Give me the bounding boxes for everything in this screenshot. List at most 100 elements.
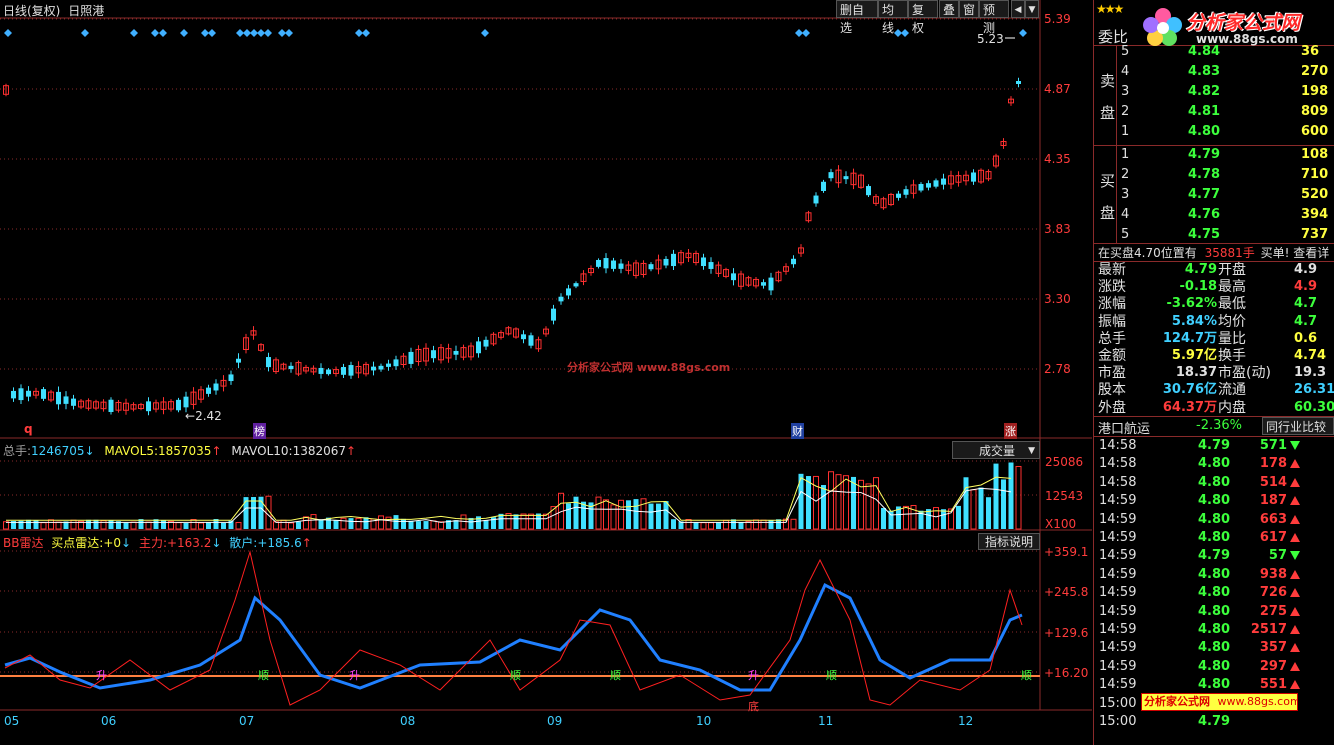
level-price: 4.77	[1188, 187, 1221, 202]
candle-down	[348, 365, 354, 376]
event-marker-q[interactable]: q	[24, 422, 33, 436]
quote-label: 振幅	[1098, 313, 1126, 330]
candle-down	[228, 374, 234, 382]
level-volume: 737	[1301, 227, 1329, 242]
site-banner[interactable]: 分析家公式网 www.88gs.com	[1141, 693, 1298, 711]
candle-down	[483, 339, 489, 347]
buy-level-row[interactable]: 2 4.78 710	[1094, 165, 1334, 185]
price-axis-label: 4.87	[1044, 82, 1071, 96]
quote-row: 振幅 5.84% 均价 4.7	[1094, 313, 1334, 331]
buy-level-row[interactable]: 1 4.79 108	[1094, 145, 1334, 165]
candle-down	[603, 258, 609, 269]
quote-label: 内盘	[1218, 399, 1246, 416]
candle-down	[866, 186, 871, 196]
price-axis-label: 3.30	[1044, 292, 1071, 306]
chart-area[interactable]: 日线(复权) 日照港 删自选 均线 复权 叠 窗 预测 ◀ ▼ 5.39 4.8…	[0, 0, 1092, 745]
x-axis-label: 08	[400, 714, 416, 728]
buy-level-row[interactable]: 4 4.76 394	[1094, 205, 1334, 225]
tick-price: 4.80	[1198, 603, 1231, 619]
volume-axis-label: 25086	[1045, 455, 1084, 469]
candle-down	[26, 390, 31, 397]
candle-down	[236, 358, 241, 363]
candle-down	[56, 391, 61, 405]
candle-down	[843, 176, 849, 180]
signal-label: 顺	[258, 669, 269, 682]
tick-price: 4.80	[1198, 585, 1231, 601]
dropdown-icon[interactable]: ▼	[1025, 0, 1039, 18]
scroll-left-icon[interactable]: ◀	[1011, 0, 1025, 18]
signal-diamond-icon	[1019, 29, 1027, 37]
indicator-help-button[interactable]: 指标说明	[978, 533, 1040, 550]
indicator-axis-label: +129.6	[1044, 626, 1089, 640]
sell-level-row[interactable]: 2 4.81 809	[1094, 102, 1334, 122]
tick-time: 14:58	[1099, 456, 1137, 472]
buy-level-row[interactable]: 5 4.75 737	[1094, 225, 1334, 245]
quote-label: 涨跌	[1098, 279, 1126, 296]
tick-price: 4.79	[1198, 548, 1231, 564]
quote-value: 60.30	[1294, 399, 1334, 415]
event-marker-zhang[interactable]: 涨	[1004, 423, 1017, 439]
sector-info[interactable]: 港口航运 -2.36%	[1098, 418, 1242, 437]
sell-level-row[interactable]: 4 4.83 270	[1094, 62, 1334, 82]
signal-diamond-icon	[208, 29, 216, 37]
level-volume: 809	[1301, 104, 1329, 119]
quote-label: 总手	[1098, 330, 1126, 347]
tick-volume: 187	[1259, 493, 1287, 509]
tick-time: 14:58	[1099, 438, 1137, 453]
signal-diamond-icon	[180, 29, 188, 37]
tick-time: 14:59	[1099, 658, 1137, 674]
signal-label: 底	[748, 700, 759, 713]
arrow-up-icon	[1290, 643, 1300, 653]
quote-row: 外盘 64.37万 内盘 60.30	[1094, 399, 1334, 417]
candle-down	[378, 365, 384, 370]
candle-down	[731, 273, 736, 281]
buy-level-row[interactable]: 3 4.77 520	[1094, 185, 1334, 205]
level-volume: 108	[1301, 147, 1329, 162]
adjust-price-button[interactable]: 复权	[908, 0, 938, 35]
tick-time: 14:59	[1099, 677, 1137, 693]
overlay-button[interactable]: 叠	[939, 0, 959, 18]
arrow-up-icon	[1290, 625, 1300, 634]
level-price: 4.83	[1188, 64, 1221, 79]
candle-down	[941, 178, 946, 185]
window-button[interactable]: 窗	[959, 0, 979, 18]
quote-value: 5.97亿	[1171, 348, 1217, 363]
moving-average-button[interactable]: 均线	[878, 0, 908, 35]
tick-row: 14:58 4.79 571	[1094, 437, 1334, 455]
sell-level-row[interactable]: 3 4.82 198	[1094, 82, 1334, 102]
volume-header: 总手:1246705↓ MAVOL5:1857035↑ MAVOL10:1382…	[3, 444, 357, 458]
candle-down	[933, 180, 939, 187]
stock-chart[interactable]	[0, 0, 1092, 745]
quote-label: 量比	[1218, 330, 1246, 347]
sell-level-row[interactable]: 1 4.80 600	[1094, 122, 1334, 142]
period-label[interactable]: 日线(复权)	[3, 4, 60, 18]
price-axis-label: 3.83	[1044, 222, 1071, 236]
tick-time: 14:59	[1099, 493, 1137, 509]
quote-label: 外盘	[1098, 399, 1126, 416]
level-volume: 520	[1301, 187, 1329, 202]
delete-favorite-button[interactable]: 删自选	[836, 0, 878, 35]
quote-value: 19.3	[1294, 365, 1327, 381]
tick-row: 14:59 4.80 297	[1094, 658, 1334, 676]
quote-label: 股本	[1098, 382, 1126, 399]
tick-time: 14:58	[1099, 474, 1137, 490]
sector-compare-button[interactable]: 同行业比较	[1262, 417, 1334, 435]
quote-value: 4.79	[1184, 262, 1217, 277]
indicator-selector-dropdown[interactable]: 成交量 ▼	[952, 441, 1040, 459]
candle-down	[971, 172, 976, 182]
quote-label: 最新	[1098, 262, 1126, 278]
candle-down	[903, 189, 909, 195]
large-order-notice[interactable]: 在买盘4.70位置有 35881手 买单! 查看详	[1098, 244, 1329, 261]
x-axis-label: 12	[958, 714, 974, 728]
candle-down	[176, 399, 181, 411]
event-marker-bang[interactable]: 榜	[253, 423, 266, 439]
event-marker-cai[interactable]: 财	[791, 423, 804, 439]
signal-diamond-icon	[355, 29, 363, 37]
candle-down	[648, 264, 654, 270]
signal-diamond-icon	[285, 29, 293, 37]
signal-diamond-icon	[201, 29, 209, 37]
tick-row: 14:59 4.80 938	[1094, 566, 1334, 584]
candle-down	[671, 253, 676, 267]
predict-button[interactable]: 预测	[979, 0, 1009, 35]
tick-price: 4.80	[1198, 622, 1231, 637]
